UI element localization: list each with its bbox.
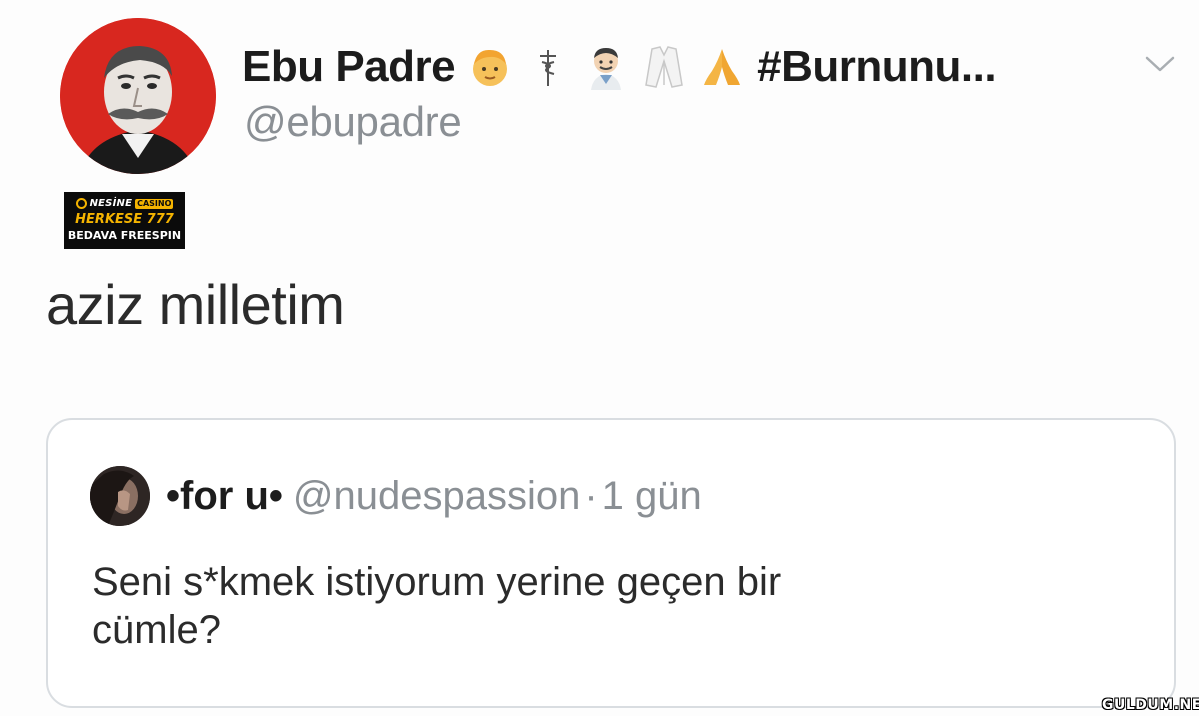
ad-brand: NESİNE: [89, 198, 133, 209]
quoted-author-avatar[interactable]: [90, 466, 150, 526]
person-icon: [467, 44, 513, 90]
tweet-screenshot: Ebu Padre #Burnunu... @ebupadre NESİNE C…: [0, 0, 1199, 716]
caduceus-icon: [525, 44, 571, 90]
avatar-portrait-icon: [60, 18, 216, 174]
quoted-tweet-timestamp[interactable]: 1 gün: [602, 474, 702, 518]
quoted-author-handle[interactable]: @nudespassion: [293, 474, 580, 518]
quoted-tweet-card[interactable]: •for u• @nudespassion · 1 gün Seni s*kmek i…: [46, 418, 1176, 708]
ad-badge[interactable]: NESİNE CASINO HERKESE 777 BEDAVA FREESPI…: [64, 192, 185, 249]
folded-hands-icon: [699, 44, 745, 90]
author-avatar[interactable]: [60, 18, 216, 174]
lab-coat-icon: [641, 44, 687, 90]
meta-separator: ·: [584, 474, 598, 518]
author-handle[interactable]: @ebupadre: [244, 98, 462, 146]
quoted-tweet-text-line: Seni s*kmek istiyorum yerine geçen bir: [92, 560, 782, 604]
ad-headline: HERKESE 777: [75, 212, 174, 227]
site-watermark: GULDUM.NET: [1102, 697, 1199, 713]
quoted-author-name[interactable]: •for u•: [166, 474, 283, 518]
name-hashtag[interactable]: #Burnunu...: [757, 42, 996, 92]
quoted-tweet-text: Seni s*kmek istiyorum yerine geçen bir c…: [92, 558, 1092, 654]
quoted-tweet-text-line: cümle?: [92, 608, 221, 652]
tweet-text: aziz milletim: [46, 273, 345, 336]
doctor-icon: [583, 44, 629, 90]
author-display-name[interactable]: Ebu Padre: [242, 42, 456, 92]
chevron-down-icon[interactable]: [1143, 52, 1177, 76]
ad-logo: NESİNE CASINO: [64, 197, 185, 210]
ad-brand-tag: CASINO: [135, 198, 174, 209]
avatar-photo-icon: [90, 466, 150, 526]
ad-logo-mark-icon: [75, 198, 87, 209]
author-name-row: Ebu Padre #Burnunu...: [242, 36, 997, 98]
quoted-tweet-header: •for u• @nudespassion · 1 gün: [166, 470, 702, 522]
ad-subline: BEDAVA FREESPIN: [67, 229, 182, 242]
